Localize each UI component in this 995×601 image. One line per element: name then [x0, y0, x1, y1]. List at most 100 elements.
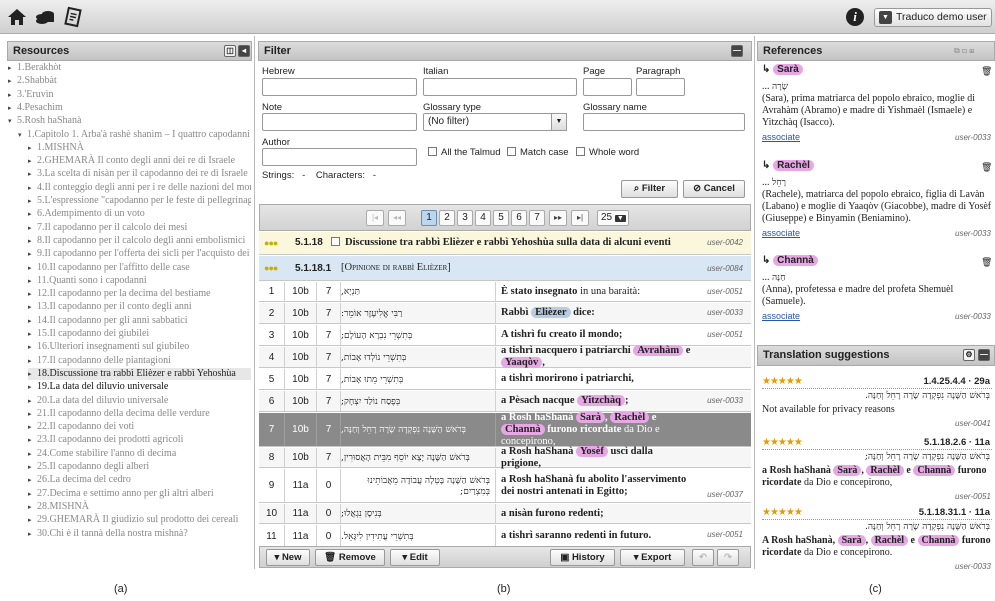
tree-item[interactable]: ▸ 13.Il capodanno per il conto degli anni — [28, 301, 192, 313]
collapsed-arrow-icon[interactable]: ▸ — [28, 395, 37, 407]
panel-tools-icon[interactable]: ⧉ ⊡ ⊞ — [954, 42, 974, 60]
coins-icon[interactable] — [34, 6, 56, 28]
settings-icon[interactable]: ⚙ — [963, 349, 975, 361]
table-row[interactable]: 2 10b 7 רַבִּי אֱלִיעֶזֶר אוֹמֵר: Rabbì Eliè… — [259, 303, 751, 324]
tree-item[interactable]: ▸ 24.Come stabilire l'anno di decima — [28, 448, 176, 460]
tree-item[interactable]: ▸ 16.Ulteriori insegnamenti sul giubileo — [28, 341, 189, 353]
collapsed-arrow-icon[interactable]: ▸ — [28, 488, 37, 500]
tree-item[interactable]: ▸ 18.Discussione tra rabbì Elièzer e rabb… — [28, 367, 251, 380]
collapsed-arrow-icon[interactable]: ▸ — [28, 514, 37, 526]
tree-item[interactable]: ▸ 10.Il capodanno per l'affitto delle cas… — [28, 262, 190, 274]
associate-link[interactable]: associate — [762, 228, 800, 238]
table-row[interactable]: 11 11a 0 בְּתִשְׁרֵי עֲתִידִין לִיגָּאֵל. a … — [259, 525, 751, 548]
tree-item[interactable]: ▸ 9.Il capodanno per l'offerta dei sicli … — [28, 248, 251, 260]
tree-item[interactable]: ▸ 28.MISHNÀ — [28, 501, 89, 513]
table-row[interactable]: 3 10b 7 בְּתִשְׁרֵי נִבְרָא הָעוֹלָם; A tish… — [259, 325, 751, 346]
table-row[interactable]: 5 10b 7 בְּתִשְׁרֵי מֵתוּ אָבוֹת, a tishrì m… — [259, 369, 751, 390]
undo-icon[interactable]: ↶ — [692, 549, 714, 566]
tree-item[interactable]: ▸ 30.Chi è il tannà della nostra mishnà? — [28, 528, 188, 540]
panel-divider[interactable] — [254, 36, 255, 569]
redo-icon[interactable]: ↷ — [717, 549, 739, 566]
page-4-button[interactable]: 4 — [475, 210, 491, 226]
page-2-button[interactable]: 2 — [439, 210, 455, 226]
maximize-icon[interactable]: ◫ — [224, 45, 236, 57]
subsection-row[interactable]: ●●● 5.1.18.1 [Opinione di rabbì Elièzer]… — [259, 256, 751, 281]
reference-name[interactable]: ↳ Sarà — [762, 64, 803, 75]
collapsed-arrow-icon[interactable]: ▸ — [28, 501, 37, 513]
suggestion-reference[interactable]: 5.1.18.2.6 · 11a — [924, 437, 990, 448]
info-icon[interactable]: i — [846, 8, 864, 26]
expanded-arrow-icon[interactable]: ▾ — [18, 129, 27, 141]
trash-icon[interactable]: 🗑 — [981, 162, 992, 173]
collapsed-arrow-icon[interactable]: ▸ — [28, 474, 37, 486]
last-page-icon[interactable]: ▸| — [571, 210, 589, 226]
page-5-button[interactable]: 5 — [493, 210, 509, 226]
collapsed-arrow-icon[interactable]: ▸ — [28, 408, 37, 420]
tree-item[interactable]: ▾ 1.Capitolo 1. Arba'à rashè shanìm – I q… — [18, 129, 250, 141]
tree-item[interactable]: ▸ 27.Decima e settimo anno per gli altri … — [28, 488, 214, 500]
row-italian-translation[interactable]: a Rosh haShanà Yosèf uscì dalla prigione… — [496, 445, 751, 469]
note-input[interactable] — [262, 113, 417, 131]
match-case-checkbox[interactable]: Match case — [507, 147, 569, 158]
tree-item[interactable]: ▸ 3.'Eruvìn — [8, 89, 54, 101]
user-menu-button[interactable]: ▼ Traduco demo user — [874, 8, 992, 27]
tree-item[interactable]: ▸ 25.Il capodanno degli alberi — [28, 461, 149, 473]
collapsed-arrow-icon[interactable]: ▸ — [28, 208, 37, 220]
collapsed-arrow-icon[interactable]: ▸ — [28, 168, 37, 180]
table-row[interactable]: 4 10b 7 בְּתִשְׁרֵי נוֹלְדוּ אָבוֹת, a tishr… — [259, 345, 751, 368]
collapsed-arrow-icon[interactable]: ▸ — [28, 528, 37, 540]
table-row[interactable]: 6 10b 7 בְּפֶסַח נוֹלַד יִצְחָק; a Pèsach na… — [259, 391, 751, 412]
collapsed-arrow-icon[interactable]: ▸ — [28, 421, 37, 433]
collapsed-arrow-icon[interactable]: ▸ — [8, 89, 17, 101]
all-talmud-checkbox[interactable]: All the Talmud — [428, 147, 501, 158]
author-input[interactable] — [262, 148, 417, 166]
tree-item[interactable]: ▸ 19.La data del diluvio universale — [28, 381, 168, 393]
row-italian-translation[interactable]: a tishrì morirono i patriarchi, — [496, 369, 751, 389]
page-3-button[interactable]: 3 — [457, 210, 473, 226]
suggestion-text[interactable]: a Rosh haShanà Sarà, Rachèl e Channà fur… — [762, 465, 992, 489]
page-6-button[interactable]: 6 — [511, 210, 527, 226]
remove-button[interactable]: 🗑 Remove — [315, 549, 385, 566]
collapsed-arrow-icon[interactable]: ▸ — [28, 155, 37, 167]
table-row[interactable]: 7 10b 7 בְּרֹאשׁ הַשָּׁנָה נִפְקְדָה שָׂרָה… — [259, 411, 751, 447]
suggestion-reference[interactable]: 5.1.18.31.1 · 11a — [919, 507, 990, 518]
tree-item[interactable]: ▸ 2.Shabbàt — [8, 75, 57, 87]
collapsed-arrow-icon[interactable]: ▸ — [8, 62, 17, 74]
cancel-button[interactable]: ⊘ Cancel — [683, 180, 745, 198]
whole-word-checkbox[interactable]: Whole word — [576, 147, 639, 158]
collapsed-arrow-icon[interactable]: ▸ — [28, 448, 37, 460]
tree-item[interactable]: ▸ 5.L'espressione "capodanno per le feste… — [28, 195, 251, 207]
section-row[interactable]: ●●● 5.1.18 Discussione tra rabbì Elièzer… — [259, 232, 751, 255]
hebrew-input[interactable] — [262, 78, 417, 96]
italian-input[interactable] — [423, 78, 577, 96]
tree-item[interactable]: ▸ 20.La data del diluvio universale — [28, 395, 168, 407]
chevron-down-icon[interactable]: ▼ — [551, 113, 567, 131]
reference-name[interactable]: ↳ Rachèl — [762, 160, 814, 171]
collapsed-arrow-icon[interactable]: ▸ — [28, 235, 37, 247]
collapsed-arrow-icon[interactable]: ▸ — [28, 341, 37, 353]
tree-item[interactable]: ▸ 17.Il capodanno delle piantagioni — [28, 355, 171, 367]
tree-item[interactable]: ▸ 1.Berakhòt — [8, 62, 61, 74]
panel-divider[interactable] — [754, 36, 755, 569]
page-input[interactable] — [583, 78, 632, 96]
collapsed-arrow-icon[interactable]: ▸ — [28, 142, 37, 154]
document-list-icon[interactable] — [62, 6, 84, 28]
reference-name[interactable]: ↳ Channà — [762, 255, 818, 266]
history-button[interactable]: ▣ History — [550, 549, 615, 566]
export-button[interactable]: ▾ Export — [620, 549, 685, 566]
tree-item[interactable]: ▸ 4.Pesachìm — [8, 102, 63, 114]
table-row[interactable]: 8 10b 7 בְּרֹאשׁ הַשָּׁנָה יָצָא יוֹסֵף מִב… — [259, 445, 751, 469]
tree-item[interactable]: ▾ 5.Rosh haShanà — [8, 115, 81, 127]
collapsed-arrow-icon[interactable]: ▸ — [28, 355, 37, 367]
suggestion-text[interactable]: A Rosh haShanà, Sarà, Rachèl e Channà fu… — [762, 535, 992, 559]
collapsed-arrow-icon[interactable]: ▸ — [28, 262, 37, 274]
tree-item[interactable]: ▸ 1.MISHNÀ — [28, 142, 84, 154]
expanded-arrow-icon[interactable]: ▾ — [8, 115, 17, 127]
row-italian-translation[interactable]: a Rosh haShanà Sarà, Rachèl e Channà fur… — [496, 411, 751, 447]
collapsed-arrow-icon[interactable]: ▸ — [28, 368, 37, 380]
tree-item[interactable]: ▸ 15.Il capodanno dei giubilei — [28, 328, 149, 340]
minimize-icon[interactable]: — — [731, 45, 743, 57]
page-7-button[interactable]: 7 — [529, 210, 545, 226]
prev-page-icon[interactable]: ◂◂ — [388, 210, 406, 226]
collapse-left-icon[interactable]: ◂ — [238, 45, 250, 57]
